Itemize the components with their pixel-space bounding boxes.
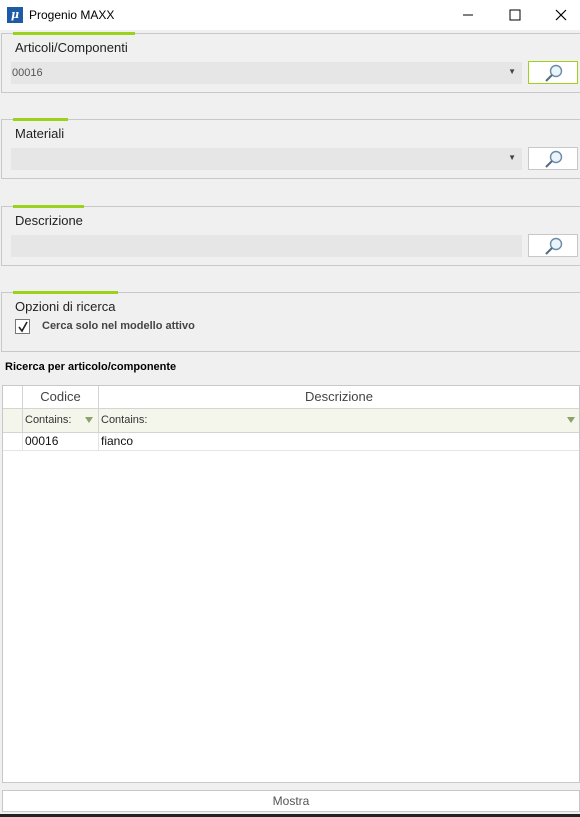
grid-header: Codice Descrizione — [3, 386, 579, 409]
articoli-label: Articoli/Componenti — [15, 40, 128, 55]
results-title: Ricerca per articolo/componente — [5, 361, 177, 373]
cell-descrizione[interactable]: fianco — [99, 433, 579, 450]
table-row[interactable]: 00016 fianco — [3, 433, 579, 451]
minimize-icon — [463, 14, 473, 16]
group-accent-bar — [13, 118, 68, 121]
window-title: Progenio MAXX — [29, 8, 115, 22]
filter-icon[interactable] — [85, 417, 93, 423]
group-accent-bar — [13, 32, 135, 35]
filter-row-indicator — [3, 409, 23, 432]
materiali-label: Materiali — [15, 126, 65, 141]
materiali-group: Materiali ▼ — [1, 118, 580, 179]
checkbox-label: Cerca solo nel modello attivo — [42, 320, 195, 332]
close-icon — [555, 9, 567, 21]
group-accent-bar — [13, 205, 84, 208]
group-accent-bar — [13, 291, 118, 294]
column-header-codice[interactable]: Codice — [23, 386, 99, 408]
search-icon — [545, 237, 563, 255]
title-bar: μ Progenio MAXX — [0, 0, 580, 30]
opzioni-label: Opzioni di ricerca — [15, 299, 116, 314]
descrizione-search-button[interactable] — [528, 234, 578, 257]
maximize-button[interactable] — [492, 0, 538, 30]
progenio-logo-icon: μ — [7, 7, 23, 23]
descrizione-label: Descrizione — [15, 213, 83, 228]
cerca-modello-attivo-checkbox[interactable] — [15, 319, 30, 334]
results-grid: Codice Descrizione Contains: Contains: 0… — [2, 385, 580, 783]
descrizione-group: Descrizione — [1, 205, 580, 266]
filter-cell-codice[interactable]: Contains: — [23, 409, 99, 432]
articoli-combo[interactable]: 00016 ▼ — [11, 62, 522, 84]
close-button[interactable] — [538, 0, 580, 30]
filter-label: Contains: — [25, 414, 72, 426]
articoli-search-button[interactable] — [528, 61, 578, 84]
search-icon — [545, 150, 563, 168]
dropdown-arrow-icon: ▼ — [508, 67, 516, 76]
minimize-button[interactable] — [445, 0, 491, 30]
materiali-combo[interactable]: ▼ — [11, 148, 522, 170]
filter-icon[interactable] — [567, 417, 575, 423]
articoli-group: Articoli/Componenti 00016 ▼ — [1, 32, 580, 93]
opzioni-group: Opzioni di ricerca Cerca solo nel modell… — [1, 291, 580, 352]
row-indicator — [3, 433, 23, 450]
articoli-combo-value: 00016 — [12, 67, 43, 79]
checkmark-icon — [17, 321, 28, 332]
search-icon — [545, 64, 563, 82]
descrizione-input[interactable] — [11, 235, 522, 257]
maximize-icon — [509, 9, 521, 21]
filter-row: Contains: Contains: — [3, 409, 579, 433]
filter-cell-descrizione[interactable]: Contains: — [99, 409, 579, 432]
mostra-button[interactable]: Mostra — [2, 790, 580, 812]
column-header-descrizione[interactable]: Descrizione — [99, 386, 579, 408]
filter-label: Contains: — [101, 414, 148, 426]
row-indicator-header — [3, 386, 23, 408]
materiali-search-button[interactable] — [528, 147, 578, 170]
cell-codice[interactable]: 00016 — [23, 433, 99, 450]
dropdown-arrow-icon: ▼ — [508, 153, 516, 162]
